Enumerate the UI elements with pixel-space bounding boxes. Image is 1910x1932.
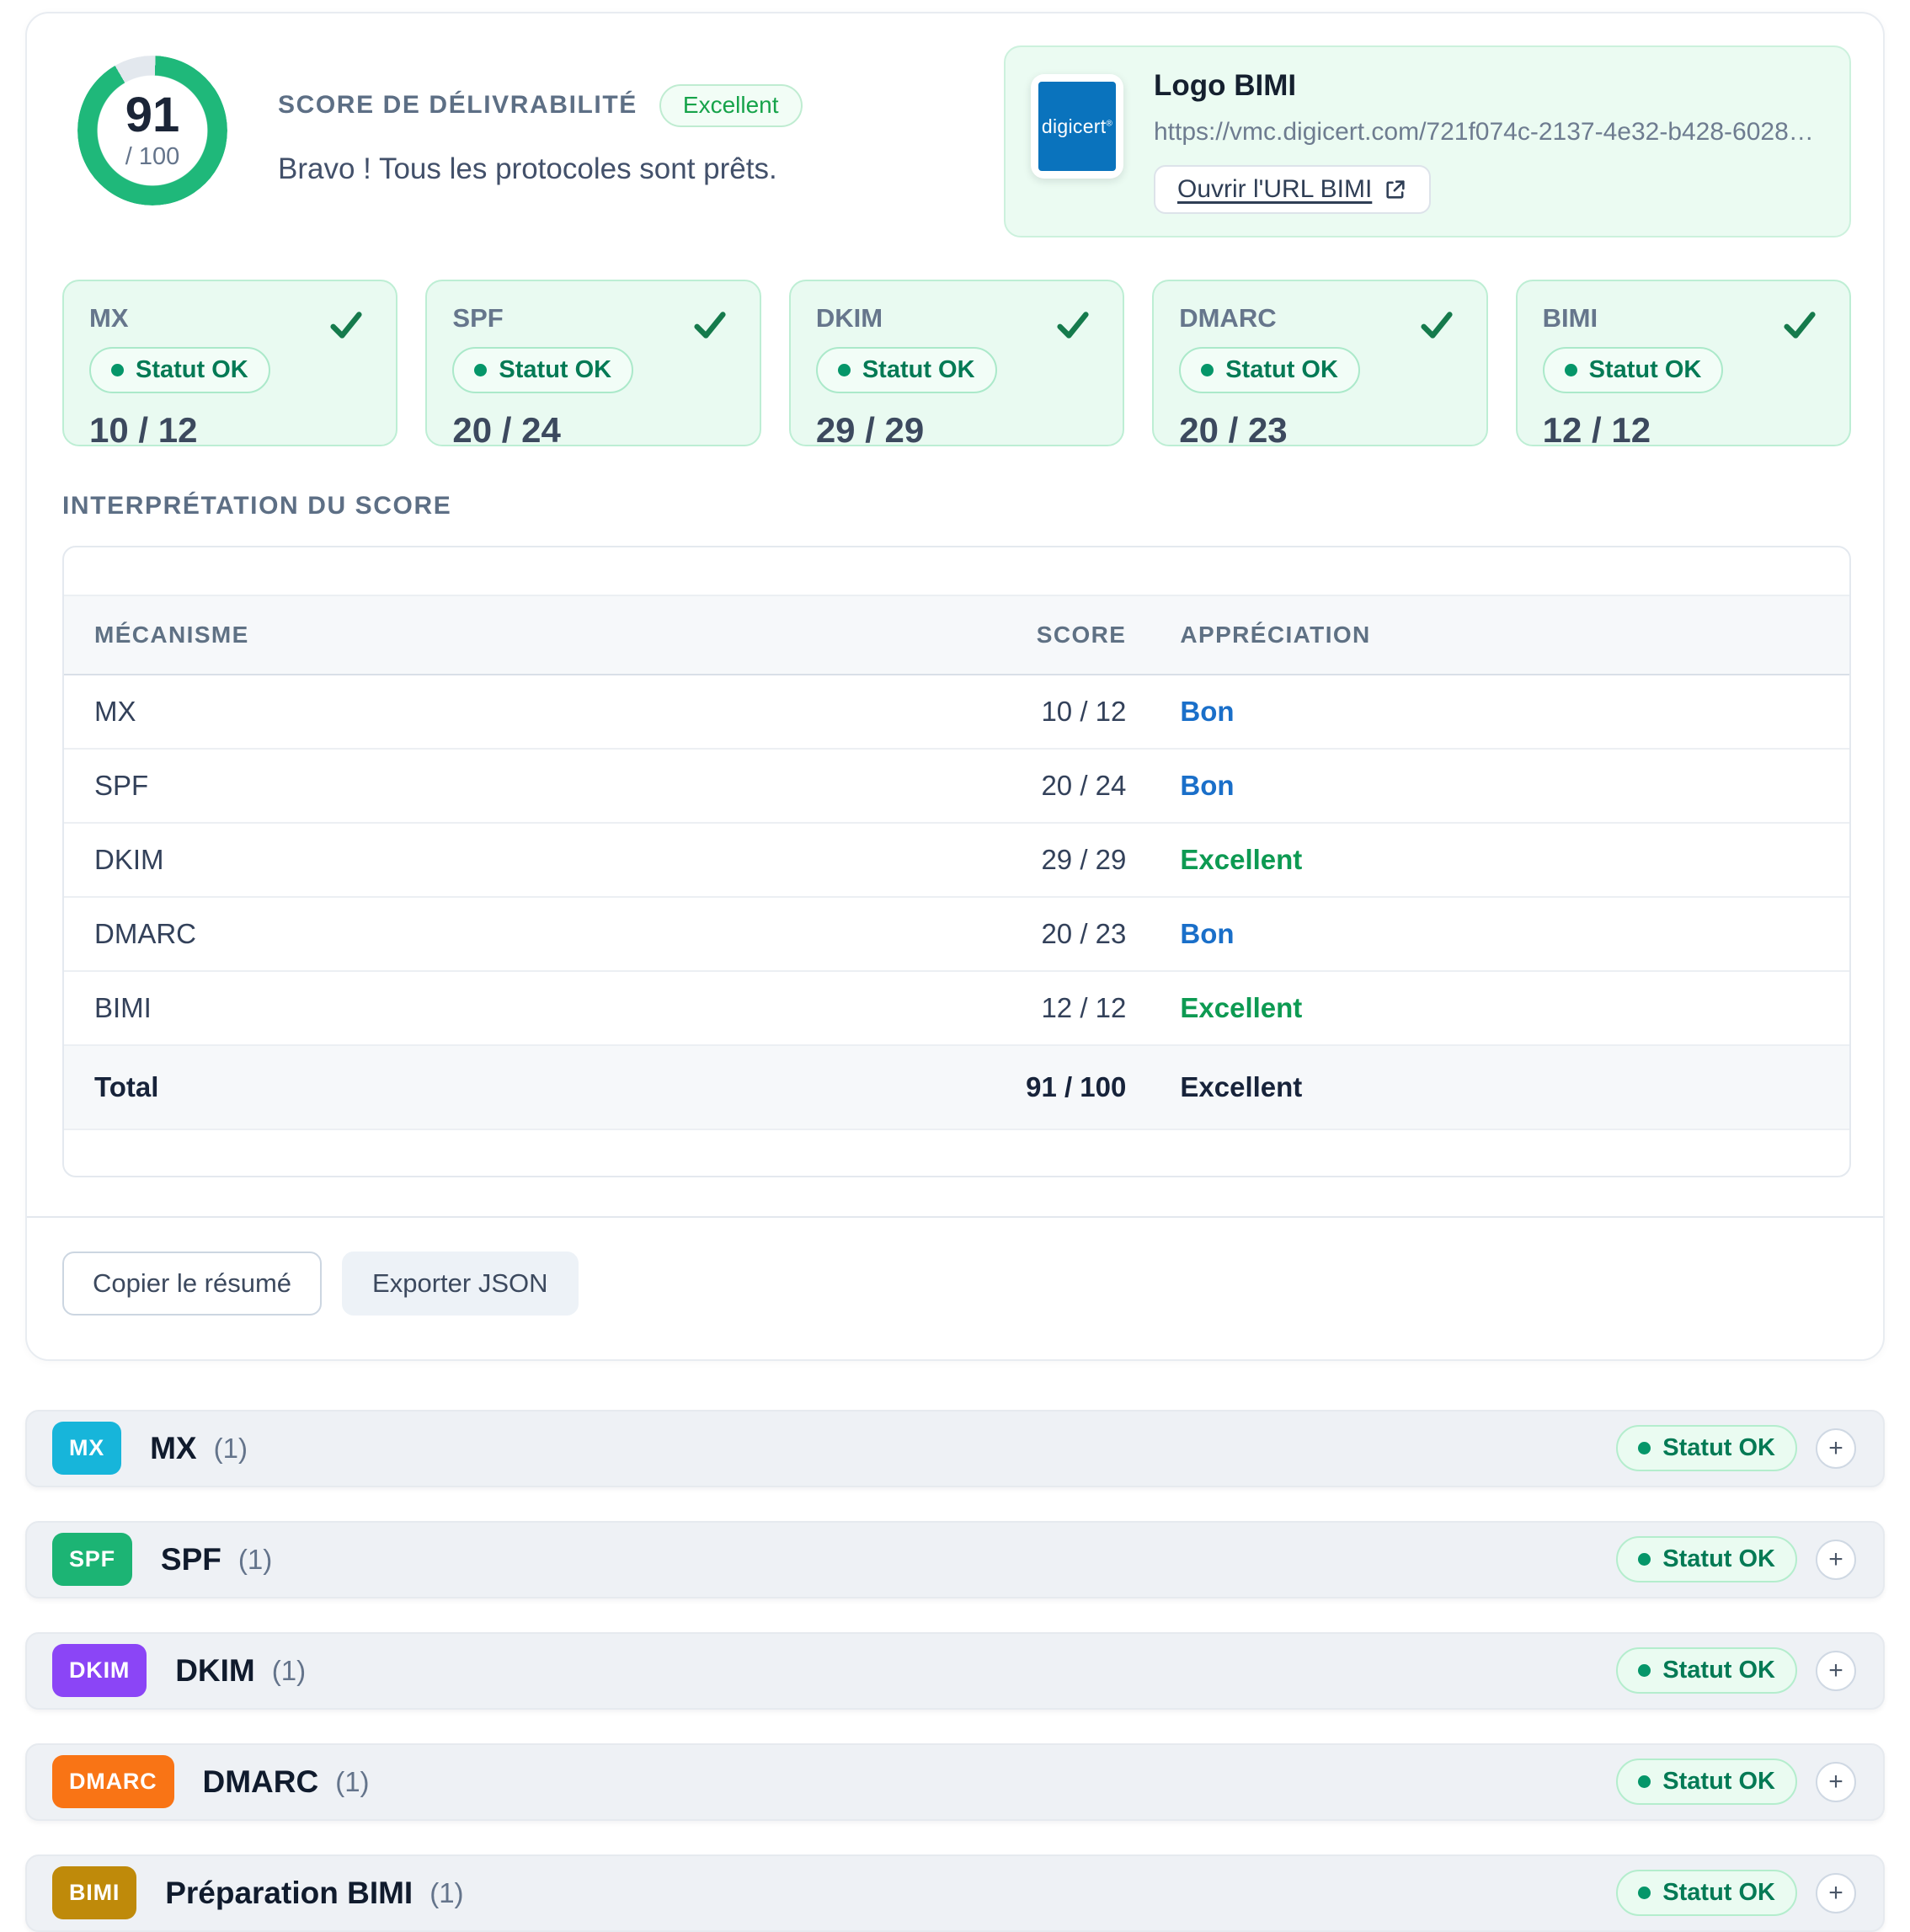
section-count: (1): [272, 1655, 306, 1687]
column-header-mechanism: MÉCANISME: [64, 595, 930, 675]
bimi-logo-frame: digicert®: [1031, 74, 1123, 179]
status-badge: Statut OK: [1179, 347, 1360, 393]
section-title: MX: [150, 1431, 197, 1466]
section-row-dkim[interactable]: DKIM DKIM (1) Statut OK +: [25, 1632, 1885, 1710]
status-dot-icon: [474, 364, 487, 376]
check-icon: [1780, 305, 1819, 344]
score-label: SCORE DE DÉLIVRABILITÉ: [278, 91, 638, 120]
plus-icon: +: [1828, 1436, 1843, 1461]
status-badge: Statut OK: [1616, 1536, 1797, 1582]
column-header-appreciation: APPRÉCIATION: [1126, 595, 1849, 675]
section-row-mx[interactable]: MX MX (1) Statut OK +: [25, 1410, 1885, 1487]
status-card-mx: MX Statut OK 10 / 12: [62, 280, 397, 446]
table-header-row: MÉCANISME SCORE APPRÉCIATION: [64, 595, 1849, 675]
column-header-score: SCORE: [930, 595, 1126, 675]
interpretation-heading: INTERPRÉTATION DU SCORE: [62, 492, 1851, 520]
status-dot-icon: [838, 364, 851, 376]
score-message: Bravo ! Tous les protocoles sont prêts.: [278, 152, 803, 186]
status-badge: Statut OK: [1616, 1425, 1797, 1471]
section-title: Préparation BIMI: [165, 1876, 413, 1911]
section-title: DMARC: [203, 1764, 319, 1800]
protocol-badge: DKIM: [52, 1644, 147, 1697]
plus-icon: +: [1828, 1769, 1843, 1795]
status-badge: Statut OK: [816, 347, 997, 393]
section-count: (1): [429, 1877, 463, 1909]
status-dot-icon: [1638, 1442, 1651, 1454]
interpretation-table-container: MÉCANISME SCORE APPRÉCIATION MX 10 / 12 …: [62, 546, 1851, 1177]
status-dot-icon: [1638, 1664, 1651, 1677]
deliverability-summary-card: 91 / 100 SCORE DE DÉLIVRABILITÉ Excellen…: [25, 12, 1885, 1361]
status-dot-icon: [1638, 1887, 1651, 1899]
status-dot-icon: [1201, 364, 1214, 376]
open-bimi-url-button[interactable]: Ouvrir l'URL BIMI: [1154, 165, 1431, 214]
expand-section-button[interactable]: +: [1816, 1651, 1856, 1691]
status-badge: Statut OK: [1616, 1870, 1797, 1916]
open-bimi-url-label: Ouvrir l'URL BIMI: [1177, 175, 1372, 204]
expand-section-button[interactable]: +: [1816, 1540, 1856, 1580]
table-total-row: Total 91 / 100 Excellent: [64, 1045, 1849, 1129]
expand-section-button[interactable]: +: [1816, 1762, 1856, 1802]
protocol-badge: MX: [52, 1422, 121, 1475]
status-dot-icon: [1565, 364, 1577, 376]
protocol-sections-list: MX MX (1) Statut OK + SPF SPF (1) Statut…: [25, 1410, 1885, 1932]
status-badge: Statut OK: [452, 347, 633, 393]
table-row: DMARC 20 / 23 Bon: [64, 897, 1849, 971]
section-title: SPF: [161, 1542, 221, 1577]
digicert-reg-mark: ®: [1106, 119, 1112, 128]
status-card-dmarc: DMARC Statut OK 20 / 23: [1152, 280, 1487, 446]
copy-summary-button[interactable]: Copier le résumé: [62, 1252, 322, 1316]
plus-icon: +: [1828, 1547, 1843, 1572]
score-section: 91 / 100 SCORE DE DÉLIVRABILITÉ Excellen…: [62, 45, 803, 205]
status-card-dkim: DKIM Statut OK 29 / 29: [789, 280, 1124, 446]
status-badge: Statut OK: [89, 347, 270, 393]
protocol-badge: BIMI: [52, 1866, 136, 1919]
table-row: BIMI 12 / 12 Excellent: [64, 971, 1849, 1045]
expand-section-button[interactable]: +: [1816, 1428, 1856, 1469]
status-card-spf: SPF Statut OK 20 / 24: [425, 280, 760, 446]
status-card-score: 10 / 12: [89, 410, 371, 451]
status-dot-icon: [1638, 1553, 1651, 1566]
external-link-icon: [1384, 178, 1407, 201]
interpretation-table: MÉCANISME SCORE APPRÉCIATION MX 10 / 12 …: [64, 595, 1849, 1130]
status-badge: Statut OK: [1543, 347, 1724, 393]
bimi-card-title: Logo BIMI: [1154, 69, 1824, 103]
table-row: DKIM 29 / 29 Excellent: [64, 823, 1849, 897]
check-icon: [691, 305, 729, 344]
section-count: (1): [335, 1766, 369, 1798]
bimi-logo-card: digicert® Logo BIMI https://vmc.digicert…: [1004, 45, 1851, 237]
plus-icon: +: [1828, 1881, 1843, 1906]
status-card-bimi: BIMI Statut OK 12 / 12: [1516, 280, 1851, 446]
plus-icon: +: [1828, 1658, 1843, 1684]
protocol-status-cards: MX Statut OK 10 / 12 SPF Statut OK 20 / …: [62, 280, 1851, 446]
score-grade-badge: Excellent: [659, 84, 803, 127]
score-donut: [77, 56, 227, 205]
status-card-score: 20 / 23: [1179, 410, 1460, 451]
status-card-score: 12 / 12: [1543, 410, 1824, 451]
bimi-url: https://vmc.digicert.com/721f074c-2137-4…: [1154, 118, 1824, 147]
status-badge: Statut OK: [1616, 1759, 1797, 1805]
section-title: DKIM: [175, 1653, 255, 1689]
section-count: (1): [238, 1544, 272, 1576]
expand-section-button[interactable]: +: [1816, 1873, 1856, 1913]
protocol-badge: SPF: [52, 1533, 132, 1586]
digicert-logo-text: digicert: [1042, 115, 1107, 137]
status-badge: Statut OK: [1616, 1647, 1797, 1694]
status-card-score: 20 / 24: [452, 410, 734, 451]
section-count: (1): [214, 1433, 248, 1465]
status-dot-icon: [111, 364, 124, 376]
section-row-dmarc[interactable]: DMARC DMARC (1) Statut OK +: [25, 1743, 1885, 1821]
section-row-bimi[interactable]: BIMI Préparation BIMI (1) Statut OK +: [25, 1855, 1885, 1932]
card-footer: Copier le résumé Exporter JSON: [27, 1216, 1883, 1359]
export-json-button[interactable]: Exporter JSON: [342, 1252, 578, 1316]
table-row: SPF 20 / 24 Bon: [64, 749, 1849, 823]
table-row: MX 10 / 12 Bon: [64, 675, 1849, 749]
status-dot-icon: [1638, 1775, 1651, 1788]
protocol-badge: DMARC: [52, 1755, 174, 1808]
check-icon: [327, 305, 365, 344]
section-row-spf[interactable]: SPF SPF (1) Statut OK +: [25, 1521, 1885, 1598]
check-icon: [1417, 305, 1456, 344]
status-card-score: 29 / 29: [816, 410, 1097, 451]
check-icon: [1054, 305, 1092, 344]
digicert-logo: digicert®: [1038, 82, 1116, 171]
